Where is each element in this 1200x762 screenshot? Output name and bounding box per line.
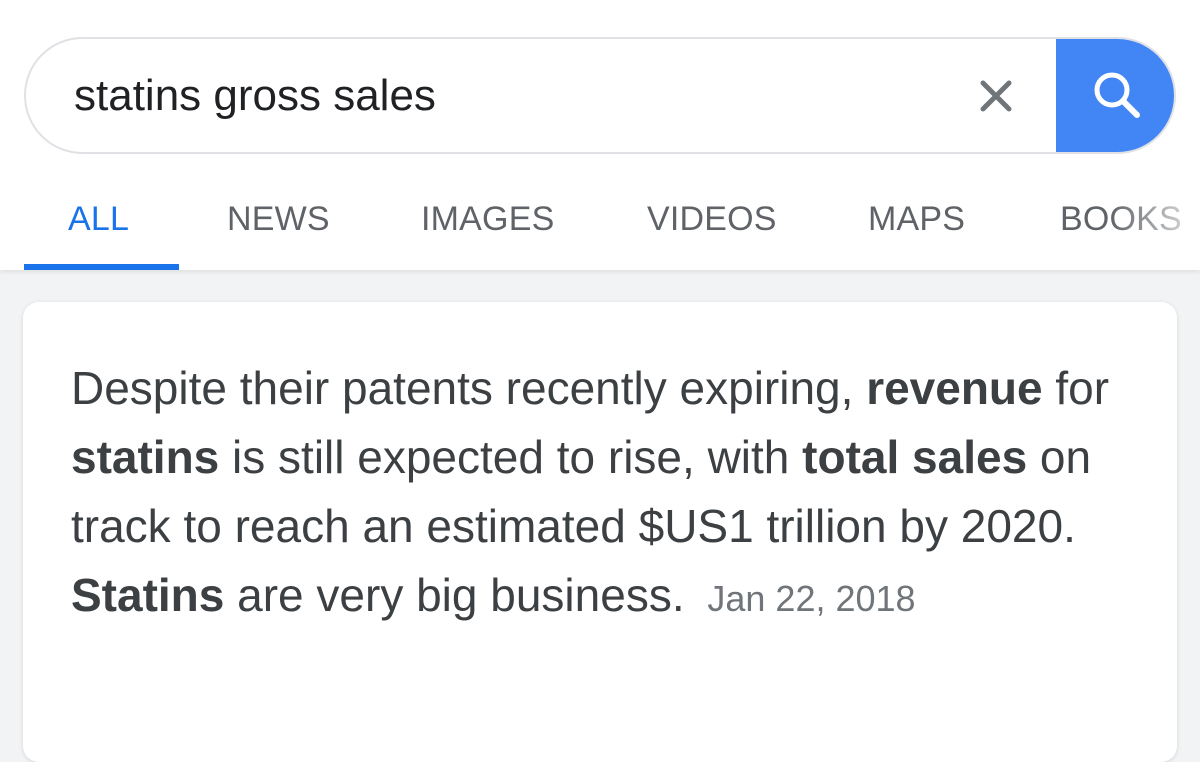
tab-images[interactable]: IMAGES	[421, 200, 554, 239]
snippet-part: Despite their patents recently expiring,	[71, 362, 867, 414]
snippet-date: Jan 22, 2018	[707, 578, 916, 619]
snippet-highlight: Statins	[71, 569, 225, 621]
search-tabs: ALL NEWS IMAGES VIDEOS MAPS BOOKS	[0, 180, 1200, 270]
snippet-highlight: statins	[71, 431, 220, 483]
snippet-highlight: revenue	[866, 362, 1043, 414]
active-tab-indicator	[24, 264, 179, 270]
search-input[interactable]	[74, 39, 934, 152]
tab-books[interactable]: BOOKS	[1060, 200, 1182, 239]
search-button[interactable]	[1056, 39, 1174, 152]
snippet-part: is still expected to rise, with	[219, 431, 803, 483]
search-bar	[24, 37, 1176, 154]
tab-maps[interactable]: MAPS	[868, 200, 965, 239]
search-icon	[1094, 72, 1140, 118]
featured-snippet-card: Despite their patents recently expiring,…	[23, 302, 1177, 762]
tab-all[interactable]: ALL	[68, 200, 129, 239]
tab-news[interactable]: NEWS	[227, 200, 330, 239]
close-icon	[980, 80, 1012, 111]
clear-search-button[interactable]	[961, 59, 1031, 132]
tab-videos[interactable]: VIDEOS	[647, 200, 777, 239]
snippet-highlight: total sales	[802, 431, 1028, 483]
snippet-part: are very big business.	[224, 569, 685, 621]
snippet-part: for	[1042, 362, 1110, 414]
search-header: ALL NEWS IMAGES VIDEOS MAPS BOOKS	[0, 0, 1200, 270]
featured-snippet-text: Despite their patents recently expiring,…	[71, 354, 1151, 633]
